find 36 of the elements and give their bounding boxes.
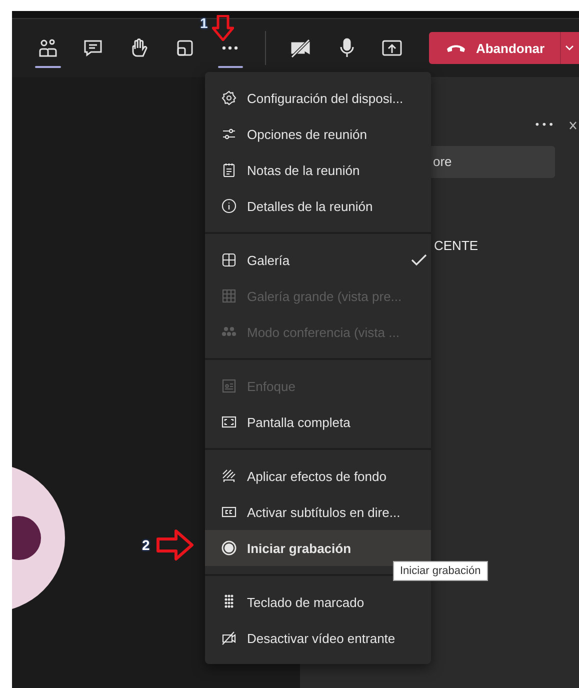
menu-item[interactable]: Aplicar efectos de fondo bbox=[205, 458, 431, 494]
menu-item[interactable]: Teclado de marcado bbox=[205, 584, 431, 620]
grid4-icon bbox=[221, 252, 237, 268]
menu-item[interactable]: Detalles de la reunión bbox=[205, 188, 431, 224]
phone-icon bbox=[446, 43, 466, 53]
more-options-button[interactable]: ••• bbox=[534, 120, 555, 130]
menu-item[interactable]: Desactivar vídeo entrante bbox=[205, 620, 431, 656]
menu-item[interactable]: Galería bbox=[205, 242, 431, 278]
menu-item[interactable]: Configuración del disposi... bbox=[205, 80, 431, 116]
sliders-icon bbox=[221, 126, 237, 142]
grid9-icon bbox=[221, 288, 237, 304]
menu-item[interactable]: Activar subtítulos en dire... bbox=[205, 494, 431, 530]
close-icon[interactable] bbox=[569, 120, 577, 130]
cc-icon bbox=[221, 504, 237, 520]
annotation-number: 1 bbox=[200, 15, 208, 31]
gear-icon bbox=[221, 90, 237, 106]
info-icon bbox=[221, 198, 237, 214]
record-icon bbox=[221, 540, 237, 556]
leave-button[interactable]: Abandonar bbox=[428, 32, 560, 64]
notes-icon bbox=[221, 162, 237, 178]
fullscreen-icon bbox=[221, 414, 237, 430]
menu-item[interactable]: Pantalla completa bbox=[205, 404, 431, 440]
camera-off-icon bbox=[290, 37, 312, 59]
tooltip: Iniciar grabación bbox=[393, 561, 488, 581]
video-off-icon bbox=[221, 630, 237, 646]
chevron-icon bbox=[565, 45, 574, 51]
arrow-icon bbox=[156, 529, 194, 561]
focus-icon bbox=[221, 378, 237, 394]
people-icon bbox=[36, 37, 59, 59]
participant-name: CENTE bbox=[433, 238, 480, 253]
arrow-icon bbox=[212, 15, 234, 41]
dropdown-button[interactable] bbox=[560, 32, 579, 64]
menu-item[interactable]: Iniciar grabación bbox=[205, 530, 431, 566]
more-icon bbox=[222, 46, 238, 50]
background-icon bbox=[221, 468, 237, 484]
annotation-number: 2 bbox=[142, 537, 150, 553]
